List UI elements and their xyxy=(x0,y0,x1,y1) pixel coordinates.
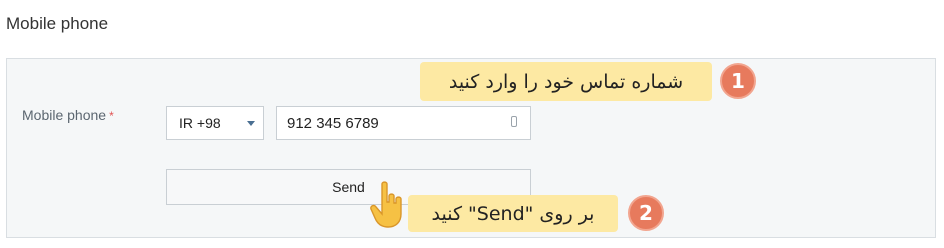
step2-callout: بر روی "Send" کنید xyxy=(408,195,618,232)
required-marker: * xyxy=(109,109,114,123)
step1-callout: شماره تماس خود را وارد کنید xyxy=(420,62,712,101)
mobile-phone-label: Mobile phone * xyxy=(22,107,114,123)
section-title: Mobile phone xyxy=(6,14,109,33)
hand-pointer-icon xyxy=(370,181,402,228)
phone-number-input[interactable] xyxy=(276,106,531,140)
country-code-value: IR +98 xyxy=(179,115,221,131)
country-code-select[interactable]: IR +98 xyxy=(166,106,264,140)
step2-badge: 2 xyxy=(628,195,664,231)
mobile-phone-label-text: Mobile phone xyxy=(22,107,107,123)
caret-down-icon xyxy=(247,121,255,126)
mobile-phone-icon xyxy=(511,116,517,127)
step1-badge: 1 xyxy=(720,63,756,99)
